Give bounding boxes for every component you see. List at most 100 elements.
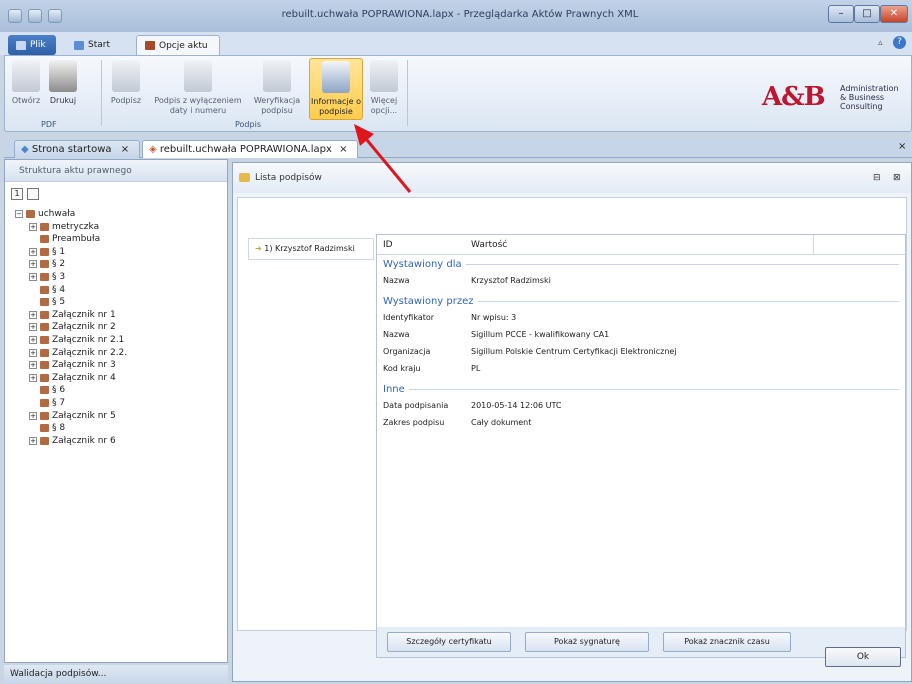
close-button[interactable]: ✕ [880, 5, 908, 23]
show-signature-button[interactable]: Pokaż sygnaturę [525, 632, 649, 652]
section-title: Inne [383, 383, 405, 395]
section-rule [408, 388, 899, 390]
tree-expander-icon[interactable]: + [29, 273, 37, 281]
tree-item-label: uchwała [38, 209, 76, 219]
tree-item[interactable]: + Załącznik nr 2.2. [29, 347, 127, 359]
tree-node-icon [40, 424, 49, 433]
sign-icon [112, 60, 140, 92]
tab-opcje-aktu[interactable]: Opcje aktu [136, 35, 220, 55]
tab-label: Start [88, 40, 110, 50]
tree-item[interactable]: + Załącznik nr 6 [29, 435, 116, 447]
tree-item[interactable]: § 8 [29, 422, 65, 434]
verify-signature-button[interactable]: Weryfikacja podpisu [249, 60, 305, 116]
print-button[interactable]: Drukuj [45, 60, 81, 106]
signature-icon: ➜ [255, 244, 265, 253]
section-rule [477, 300, 899, 302]
tree-expander-icon[interactable]: + [29, 260, 37, 269]
tree-item[interactable]: § 4 [29, 284, 65, 296]
section-title: Wystawiony dla [383, 258, 462, 270]
tree-expander-icon[interactable]: + [29, 323, 37, 332]
tree-expander-icon[interactable]: + [29, 411, 37, 420]
sign-without-date-button[interactable]: Podpis z wyłączeniem daty i numeru [149, 60, 247, 116]
dialog-minimize-icon[interactable]: ⊟ [873, 163, 881, 193]
tree-expander-icon[interactable]: + [29, 436, 37, 445]
tree-node-icon [40, 411, 49, 420]
tree-expander-icon[interactable]: + [29, 222, 37, 231]
close-tab-icon[interactable]: × [121, 144, 129, 155]
signatures-dialog: Lista podpisów ⊟ ⊠ ➜ 1) Krzysztof Radzim… [232, 162, 912, 682]
tree-expander-icon[interactable] [29, 286, 37, 294]
tree-item[interactable]: + Załącznik nr 2 [29, 321, 116, 333]
tab-start-page[interactable]: ◆ Strona startowa × [14, 140, 140, 158]
dialog-body: ➜ 1) Krzysztof Radzimski ID Wartość Wyst… [237, 197, 907, 658]
maximize-button[interactable]: □ [854, 5, 880, 23]
tree-expand-button[interactable] [27, 188, 39, 200]
signature-list-item[interactable]: ➜ 1) Krzysztof Radzimski [248, 238, 374, 260]
tree-expander-icon[interactable] [29, 399, 37, 407]
tree-node-icon [40, 285, 49, 294]
tab-plik[interactable]: Plik [8, 35, 56, 55]
app-menu-icon[interactable] [8, 9, 22, 23]
tree-expander-icon[interactable] [29, 386, 37, 394]
tree-expander-icon[interactable]: + [29, 336, 37, 344]
details-column-header: ID Wartość [377, 235, 905, 255]
details-key: Nazwa [383, 330, 410, 339]
arrow-shaft [360, 133, 412, 193]
open-button[interactable]: Otwórz [9, 60, 43, 106]
tree-node-icon [40, 386, 49, 395]
tree-item-label: § 2 [52, 259, 66, 270]
save-icon[interactable] [48, 9, 62, 23]
tree-expander-icon[interactable]: + [29, 361, 37, 370]
tree-expander-icon[interactable]: + [29, 310, 37, 319]
tree-expander-icon[interactable] [29, 424, 37, 432]
tree-item[interactable]: Preambuła [29, 233, 100, 245]
certificate-details-button[interactable]: Szczegóły certyfikatu [387, 632, 511, 652]
tree-item-label: § 3 [52, 272, 66, 282]
printer-icon [49, 60, 77, 92]
details-key: Zakres podpisu [383, 418, 445, 427]
window-title: rebuilt.uchwała POPRAWIONA.lapx - Przegl… [281, 9, 639, 20]
tree-item[interactable]: § 5 [29, 296, 65, 308]
tab-start[interactable]: Start [66, 35, 128, 55]
tree-item[interactable]: + Załącznik nr 5 [29, 410, 116, 422]
dialog-close-icon[interactable]: ⊠ [893, 163, 901, 193]
tree-expander-icon[interactable] [29, 298, 37, 306]
tree-item[interactable]: + metryczka [29, 221, 99, 233]
tree-expander-icon[interactable] [29, 235, 37, 243]
tree-number-button[interactable]: 1 [11, 188, 23, 200]
close-all-tabs-icon[interactable]: × [898, 141, 906, 152]
sign-button[interactable]: Podpisz [105, 60, 147, 106]
section-rule [465, 263, 899, 265]
tree-item[interactable]: + Załącznik nr 1 [29, 309, 116, 321]
tab-document[interactable]: ◈ rebuilt.uchwała POPRAWIONA.lapx × [142, 140, 358, 158]
tree-expander-icon[interactable]: + [29, 373, 37, 382]
tree-item[interactable]: + Załącznik nr 4 [29, 372, 116, 384]
tree-item[interactable]: + Załącznik nr 3 [29, 359, 116, 371]
tree-expander-icon[interactable]: + [29, 247, 37, 256]
tree-item[interactable]: + § 3 [29, 271, 65, 283]
ok-button[interactable]: Ok [825, 647, 901, 667]
tree-item[interactable]: + Załącznik nr 2.1 [29, 334, 124, 346]
tree-item[interactable]: + § 2 [29, 258, 65, 270]
tree-expander-icon[interactable]: − [15, 210, 23, 218]
tree-item-label: Załącznik nr 2 [52, 322, 116, 333]
tree-node-icon [40, 361, 49, 370]
open-icon[interactable] [28, 9, 42, 23]
print-label: Drukuj [49, 96, 77, 105]
help-icon[interactable]: ? [893, 36, 906, 49]
tree-item[interactable]: + § 1 [29, 246, 65, 258]
more-options-button[interactable]: Więcej opcji... [367, 60, 401, 116]
tree-item[interactable]: § 6 [29, 384, 65, 396]
collapse-ribbon-icon[interactable]: ▵ [878, 38, 883, 48]
tree-item[interactable]: § 7 [29, 397, 65, 409]
show-timestamp-button[interactable]: Pokaż znacznik czasu [663, 632, 791, 652]
minimize-button[interactable]: – [828, 5, 854, 23]
details-key: Identyfikator [383, 313, 435, 322]
column-id: ID [383, 240, 393, 250]
open-label: Otwórz [11, 96, 41, 105]
sign-partial-icon [184, 60, 212, 92]
tree-item[interactable]: − uchwała [15, 208, 75, 220]
details-key: Kod kraju [383, 364, 421, 373]
details-section-header: Inne [383, 382, 899, 396]
tree-expander-icon[interactable]: + [29, 348, 37, 357]
